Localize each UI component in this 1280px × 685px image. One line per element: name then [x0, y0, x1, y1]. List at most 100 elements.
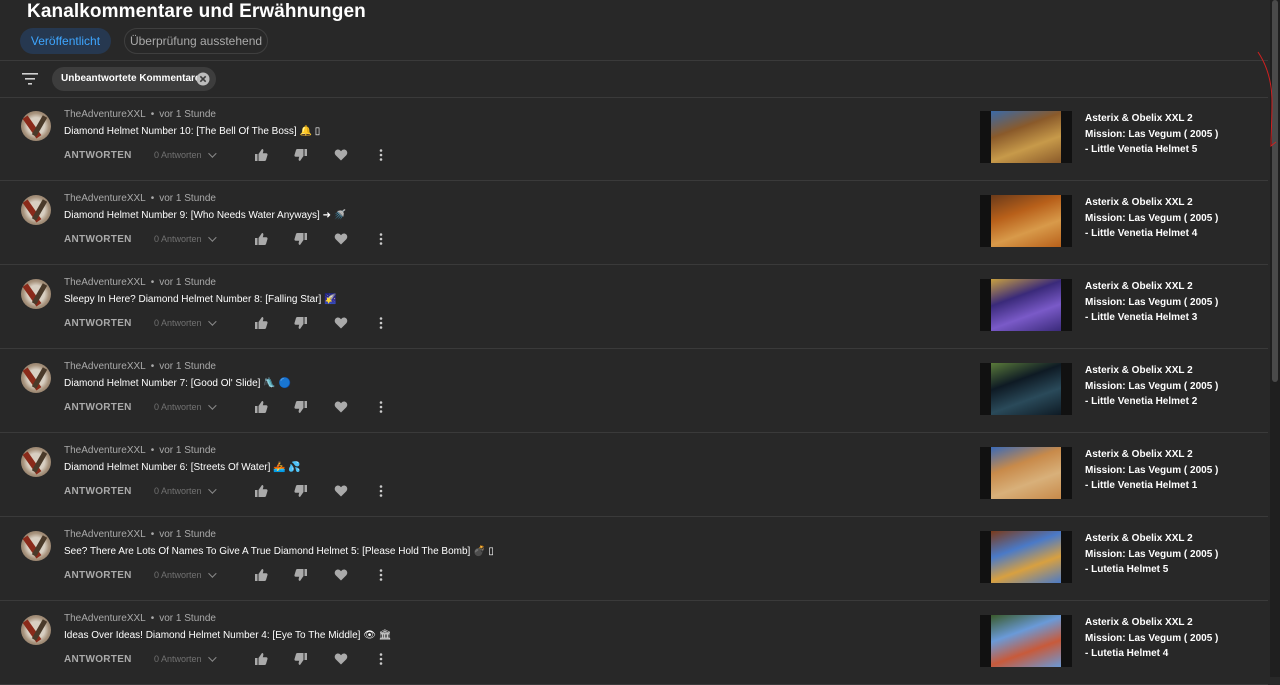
- avatar[interactable]: [21, 195, 51, 225]
- more-options-icon[interactable]: [374, 148, 388, 162]
- heart-icon[interactable]: [334, 148, 348, 162]
- avatar[interactable]: [21, 279, 51, 309]
- filter-chip-unanswered[interactable]: Unbeantwortete Kommentare: [52, 67, 216, 91]
- replies-toggle[interactable]: 0 Antworten: [154, 653, 217, 664]
- thumbs-up-icon[interactable]: [254, 484, 268, 498]
- replies-toggle[interactable]: 0 Antworten: [154, 233, 217, 244]
- comment-meta: TheAdventureXXL • vor 1 Stunde: [64, 613, 216, 624]
- reply-button[interactable]: ANTWORTEN: [64, 402, 132, 413]
- video-thumbnail[interactable]: [980, 363, 1072, 415]
- comment-time[interactable]: vor 1 Stunde: [159, 445, 216, 456]
- reply-button[interactable]: ANTWORTEN: [64, 234, 132, 245]
- reply-button[interactable]: ANTWORTEN: [64, 318, 132, 329]
- video-thumbnail[interactable]: [980, 615, 1072, 667]
- thumbs-down-icon[interactable]: [294, 148, 308, 162]
- comment-time[interactable]: vor 1 Stunde: [159, 277, 216, 288]
- comment-time[interactable]: vor 1 Stunde: [159, 529, 216, 540]
- thumbs-down-icon[interactable]: [294, 568, 308, 582]
- video-title[interactable]: Asterix & Obelix XXL 2 Mission: Las Vegum…: [1085, 531, 1218, 578]
- comment-row: TheAdventureXXL • vor 1 Stunde See? There …: [0, 517, 1268, 601]
- video-thumbnail[interactable]: [980, 531, 1072, 583]
- comment-time[interactable]: vor 1 Stunde: [159, 361, 216, 372]
- reply-button[interactable]: ANTWORTEN: [64, 570, 132, 581]
- more-options-icon[interactable]: [374, 232, 388, 246]
- more-options-icon[interactable]: [374, 652, 388, 666]
- more-options-icon[interactable]: [374, 316, 388, 330]
- heart-icon[interactable]: [334, 652, 348, 666]
- comment-row: TheAdventureXXL • vor 1 Stunde Diamond Hel…: [0, 97, 1268, 181]
- comment-author[interactable]: TheAdventureXXL: [64, 277, 146, 288]
- thumbs-down-icon[interactable]: [294, 484, 308, 498]
- more-options-icon[interactable]: [374, 568, 388, 582]
- page-title: Kanalkommentare und Erwähnungen: [27, 1, 366, 22]
- thumbs-up-icon[interactable]: [254, 568, 268, 582]
- heart-icon[interactable]: [334, 316, 348, 330]
- replies-toggle[interactable]: 0 Antworten: [154, 485, 217, 496]
- thumbs-down-icon[interactable]: [294, 316, 308, 330]
- thumbs-down-icon[interactable]: [294, 400, 308, 414]
- comment-time[interactable]: vor 1 Stunde: [159, 193, 216, 204]
- heart-icon[interactable]: [334, 484, 348, 498]
- video-thumbnail[interactable]: [980, 111, 1072, 163]
- replies-toggle[interactable]: 0 Antworten: [154, 401, 217, 412]
- avatar[interactable]: [21, 363, 51, 393]
- video-title[interactable]: Asterix & Obelix XXL 2 Mission: Las Vegum…: [1085, 615, 1218, 662]
- heart-icon[interactable]: [334, 232, 348, 246]
- comment-author[interactable]: TheAdventureXXL: [64, 529, 146, 540]
- chevron-down-icon: [207, 485, 217, 494]
- comment-time[interactable]: vor 1 Stunde: [159, 613, 216, 624]
- comment-row: TheAdventureXXL • vor 1 Stunde Ideas Over …: [0, 601, 1268, 685]
- thumbs-up-icon[interactable]: [254, 652, 268, 666]
- close-icon[interactable]: [196, 72, 210, 86]
- red-annotation-mark: [1257, 51, 1277, 148]
- video-thumbnail[interactable]: [980, 279, 1072, 331]
- video-title[interactable]: Asterix & Obelix XXL 2 Mission: Las Vegum…: [1085, 363, 1218, 410]
- thumbs-up-icon[interactable]: [254, 400, 268, 414]
- comment-author[interactable]: TheAdventureXXL: [64, 109, 146, 120]
- avatar[interactable]: [21, 111, 51, 141]
- filter-icon[interactable]: [22, 72, 38, 86]
- comment-author[interactable]: TheAdventureXXL: [64, 193, 146, 204]
- comment-meta: TheAdventureXXL • vor 1 Stunde: [64, 109, 216, 120]
- video-thumbnail[interactable]: [980, 447, 1072, 499]
- comment-text: Diamond Helmet Number 10: [The Bell Of T…: [64, 126, 321, 137]
- video-title[interactable]: Asterix & Obelix XXL 2 Mission: Las Vegum…: [1085, 279, 1218, 326]
- comment-author[interactable]: TheAdventureXXL: [64, 361, 146, 372]
- tab-published[interactable]: Veröffentlicht: [20, 28, 111, 54]
- avatar[interactable]: [21, 615, 51, 645]
- replies-toggle[interactable]: 0 Antworten: [154, 317, 217, 328]
- chevron-down-icon: [207, 317, 217, 326]
- avatar[interactable]: [21, 531, 51, 561]
- reply-button[interactable]: ANTWORTEN: [64, 654, 132, 665]
- comment-meta: TheAdventureXXL • vor 1 Stunde: [64, 193, 216, 204]
- more-options-icon[interactable]: [374, 400, 388, 414]
- replies-toggle[interactable]: 0 Antworten: [154, 569, 217, 580]
- more-options-icon[interactable]: [374, 484, 388, 498]
- chevron-down-icon: [207, 653, 217, 662]
- heart-icon[interactable]: [334, 400, 348, 414]
- comment-text: Diamond Helmet Number 6: [Streets Of Wat…: [64, 462, 301, 473]
- comment-time[interactable]: vor 1 Stunde: [159, 109, 216, 120]
- replies-toggle[interactable]: 0 Antworten: [154, 149, 217, 160]
- reply-button[interactable]: ANTWORTEN: [64, 486, 132, 497]
- thumbs-down-icon[interactable]: [294, 232, 308, 246]
- reply-button[interactable]: ANTWORTEN: [64, 150, 132, 161]
- thumbs-down-icon[interactable]: [294, 652, 308, 666]
- thumbs-up-icon[interactable]: [254, 316, 268, 330]
- thumbs-up-icon[interactable]: [254, 148, 268, 162]
- comment-author[interactable]: TheAdventureXXL: [64, 445, 146, 456]
- comment-text: Ideas Over Ideas! Diamond Helmet Number …: [64, 630, 392, 641]
- thumbs-up-icon[interactable]: [254, 232, 268, 246]
- video-thumbnail[interactable]: [980, 195, 1072, 247]
- tab-pending-review[interactable]: Überprüfung ausstehend: [124, 28, 268, 54]
- comment-author[interactable]: TheAdventureXXL: [64, 613, 146, 624]
- comment-text: See? There Are Lots Of Names To Give A T…: [64, 546, 494, 557]
- video-title[interactable]: Asterix & Obelix XXL 2 Mission: Las Vegum…: [1085, 111, 1218, 158]
- video-title[interactable]: Asterix & Obelix XXL 2 Mission: Las Vegum…: [1085, 195, 1218, 242]
- comment-row: TheAdventureXXL • vor 1 Stunde Diamond Hel…: [0, 181, 1268, 265]
- comment-meta: TheAdventureXXL • vor 1 Stunde: [64, 277, 216, 288]
- avatar[interactable]: [21, 447, 51, 477]
- heart-icon[interactable]: [334, 568, 348, 582]
- comment-text: Sleepy In Here? Diamond Helmet Number 8:…: [64, 294, 337, 305]
- video-title[interactable]: Asterix & Obelix XXL 2 Mission: Las Vegum…: [1085, 447, 1218, 494]
